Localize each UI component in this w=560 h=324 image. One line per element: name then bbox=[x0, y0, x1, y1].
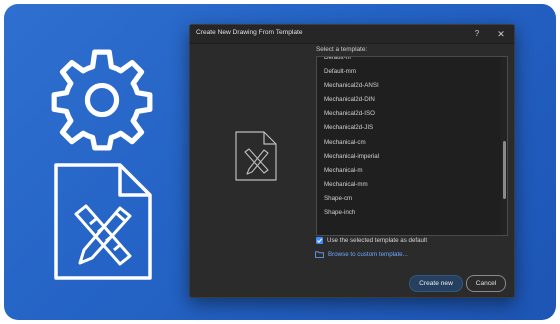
template-list-item[interactable]: Default-mm bbox=[317, 65, 499, 79]
dialog-title: Create New Drawing From Template bbox=[196, 29, 303, 36]
gear-icon bbox=[51, 49, 153, 151]
template-list-item[interactable]: Mechanical2d-JIS bbox=[317, 121, 499, 135]
drafting-file-icon bbox=[54, 163, 152, 280]
template-preview-icon bbox=[235, 131, 277, 181]
cancel-button[interactable]: Cancel bbox=[466, 275, 506, 292]
use-default-label: Use the selected template as default bbox=[327, 237, 428, 244]
use-default-checkbox[interactable] bbox=[316, 237, 323, 244]
title-bar: Create New Drawing From Template ? ✕ bbox=[190, 25, 514, 44]
template-list-item[interactable]: Shape-inch bbox=[317, 206, 499, 220]
template-list[interactable]: Default-m Default-mm Mechanical2d-ANSI Mech… bbox=[316, 56, 508, 236]
folder-icon bbox=[315, 251, 324, 258]
template-list-item[interactable]: Mechanical2d-ISO bbox=[317, 107, 499, 121]
template-list-items: Default-m Default-mm Mechanical2d-ANSI Mech… bbox=[317, 57, 499, 220]
list-scrollbar[interactable] bbox=[501, 57, 507, 235]
template-list-item[interactable]: Mechanical2d-DIN bbox=[317, 93, 499, 107]
template-list-item[interactable]: Default-m bbox=[317, 57, 499, 65]
help-button[interactable]: ? bbox=[470, 27, 484, 41]
template-list-item[interactable]: Mechanical-m bbox=[317, 164, 499, 178]
template-list-item[interactable]: Mechanical-imperial bbox=[317, 150, 499, 164]
select-template-label: Select a template: bbox=[316, 46, 368, 53]
scrollbar-thumb[interactable] bbox=[503, 141, 506, 199]
browse-custom-template-link[interactable]: Browse to custom template... bbox=[328, 251, 408, 258]
template-list-item[interactable]: Mechanical-mm bbox=[317, 178, 499, 192]
template-list-item[interactable]: Shape-cm bbox=[317, 192, 499, 206]
create-new-button[interactable]: Create new bbox=[409, 275, 463, 292]
template-list-item[interactable]: Mechanical2d-ANSI bbox=[317, 79, 499, 93]
close-button[interactable]: ✕ bbox=[494, 27, 508, 41]
create-drawing-dialog: Create New Drawing From Template ? ✕ Sel… bbox=[189, 24, 515, 298]
template-list-item[interactable]: Mechanical-cm bbox=[317, 136, 499, 150]
